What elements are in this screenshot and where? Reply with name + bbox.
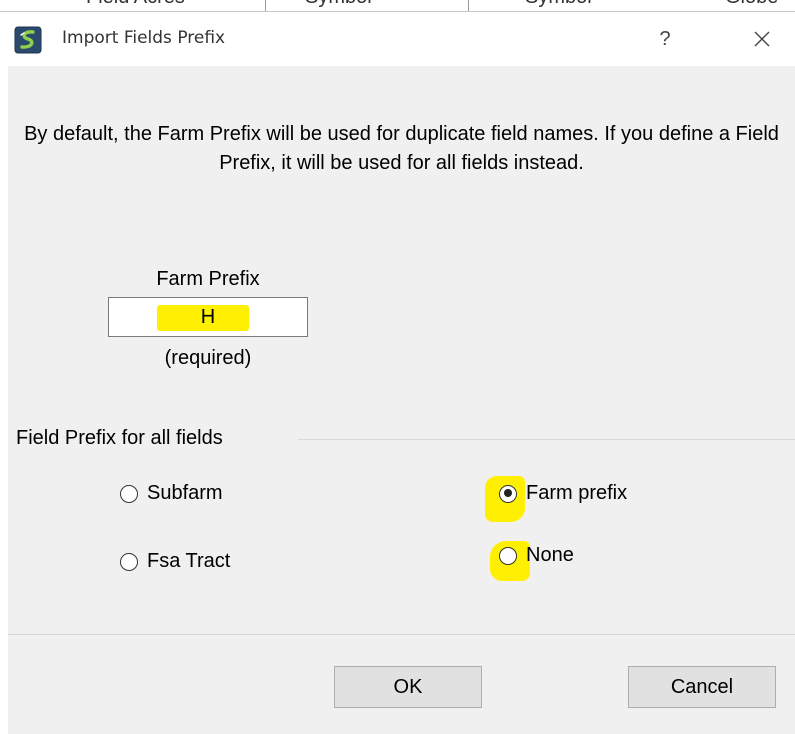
radio-circle	[120, 552, 138, 571]
close-button[interactable]	[747, 24, 777, 54]
footer-divider	[8, 634, 795, 635]
radio-farm-prefix-label: Farm prefix	[526, 482, 628, 504]
radio-none-label: None	[526, 544, 574, 566]
window-title: Import Fields Prefix	[62, 28, 226, 48]
farm-prefix-input[interactable]: H	[108, 297, 308, 337]
field-prefix-group-title: Field Prefix for all fields	[16, 427, 227, 450]
dialog-body: By default, the Farm Prefix will be used…	[8, 66, 795, 734]
radio-fsa-tract-label: Fsa Tract	[147, 550, 231, 572]
radio-fsa-tract[interactable]: Fsa Tract	[120, 550, 230, 573]
group-divider	[298, 439, 795, 440]
radio-circle-checked	[499, 484, 517, 503]
radio-circle	[499, 546, 517, 565]
radio-subfarm-label: Subfarm	[147, 482, 223, 504]
farm-prefix-required-note: (required)	[164, 347, 252, 369]
app-logo-icon	[14, 26, 42, 54]
radio-none[interactable]: None	[499, 544, 574, 567]
intro-text: By default, the Farm Prefix will be used…	[24, 123, 779, 174]
farm-prefix-value: H	[200, 306, 216, 328]
help-button[interactable]: ?	[650, 24, 680, 54]
radio-farm-prefix[interactable]: Farm prefix	[499, 482, 627, 505]
farm-prefix-label: Farm Prefix	[156, 268, 260, 290]
radio-circle	[120, 484, 138, 503]
radio-subfarm[interactable]: Subfarm	[120, 482, 223, 505]
background-header-strip: Field Acres Symbol Symbol Globe	[0, 0, 795, 12]
close-icon	[754, 31, 770, 47]
title-bar: Import Fields Prefix ?	[0, 12, 795, 66]
cancel-button[interactable]: Cancel	[628, 666, 776, 708]
ok-button[interactable]: OK	[334, 666, 482, 708]
